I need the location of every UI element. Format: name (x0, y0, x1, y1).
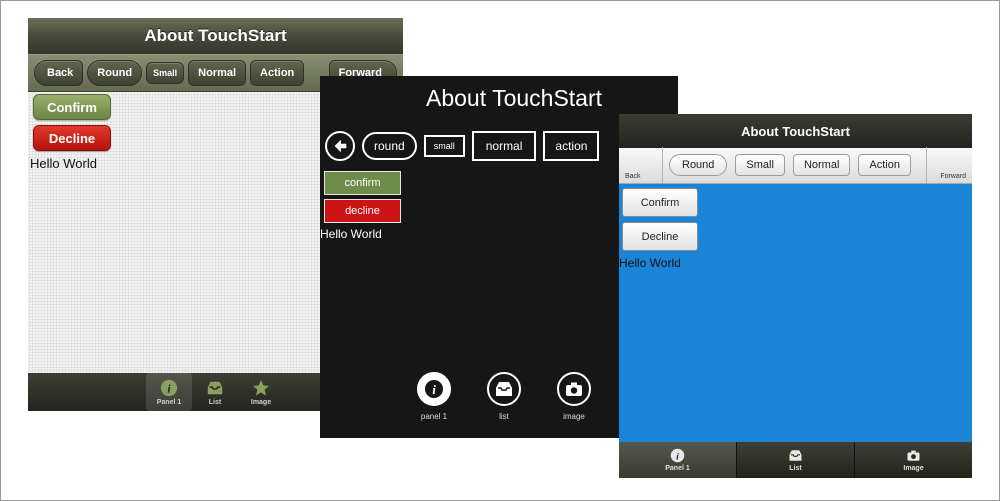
tab-panel-1[interactable]: i Panel 1 (146, 373, 192, 411)
tab-label: list (499, 412, 509, 421)
confirm-button[interactable]: Confirm (622, 188, 698, 217)
page-title: About TouchStart (619, 114, 972, 148)
tab-label: image (563, 412, 585, 421)
decline-button[interactable]: Decline (33, 125, 111, 151)
content-panel: Confirm Decline Hello World (619, 184, 972, 270)
forward-button[interactable]: Forward (926, 147, 972, 183)
svg-text:i: i (432, 382, 436, 397)
tab-label: Image (903, 465, 924, 472)
tab-image[interactable]: image (544, 372, 604, 428)
small-button[interactable]: small (423, 135, 465, 157)
action-button[interactable]: action (543, 131, 600, 161)
info-icon: i (670, 448, 685, 463)
tab-label: Panel 1 (156, 398, 182, 406)
screen-blue-theme: About TouchStart Back Round Small Normal… (619, 114, 972, 478)
normal-button[interactable]: Normal (792, 154, 851, 176)
tab-label: panel 1 (420, 412, 448, 421)
tab-panel-1[interactable]: i Panel 1 (619, 442, 737, 478)
small-button[interactable]: Small (146, 62, 185, 84)
camera-icon (907, 450, 920, 461)
tab-label: List (208, 398, 222, 406)
tab-image[interactable]: Image (238, 373, 284, 411)
tab-bar: i panel 1 list image (404, 372, 604, 428)
inbox-icon (789, 450, 802, 461)
round-button[interactable]: round (362, 132, 417, 160)
inbox-icon (207, 381, 223, 394)
arrow-left-icon (334, 139, 347, 153)
decline-button[interactable]: decline (324, 199, 401, 223)
round-button[interactable]: Round (669, 154, 728, 176)
camera-icon (566, 382, 582, 396)
tab-label: Panel 1 (665, 465, 690, 472)
tab-image[interactable]: Image (855, 442, 972, 478)
back-button[interactable] (325, 131, 355, 161)
info-icon: i (425, 380, 443, 398)
tab-panel-1[interactable]: i panel 1 (404, 372, 464, 428)
hello-text: Hello World (619, 256, 681, 270)
action-button[interactable]: Action (858, 154, 911, 176)
decline-button[interactable]: Decline (622, 222, 698, 251)
back-button[interactable]: Back (619, 147, 663, 183)
inbox-icon (496, 382, 512, 396)
star-icon (252, 379, 270, 396)
confirm-button[interactable]: confirm (324, 171, 401, 195)
svg-text:i: i (676, 451, 679, 462)
tab-list[interactable]: List (737, 442, 855, 478)
normal-button[interactable]: Normal (188, 60, 247, 86)
tab-list[interactable]: list (474, 372, 534, 428)
back-button[interactable]: Back (34, 60, 84, 86)
tab-list[interactable]: List (192, 373, 238, 411)
info-icon: i (160, 379, 178, 396)
tab-bar: i Panel 1 List Image (619, 442, 972, 478)
round-button[interactable]: Round (87, 60, 143, 86)
page-title: About TouchStart (28, 18, 403, 54)
tab-label: List (789, 465, 802, 472)
normal-button[interactable]: normal (471, 131, 537, 161)
confirm-button[interactable]: Confirm (33, 94, 111, 120)
small-button[interactable]: Small (735, 154, 785, 176)
action-button[interactable]: Action (250, 60, 305, 86)
toolbar: Back Round Small Normal Action Forward (619, 147, 972, 184)
tab-label: Image (250, 398, 272, 406)
